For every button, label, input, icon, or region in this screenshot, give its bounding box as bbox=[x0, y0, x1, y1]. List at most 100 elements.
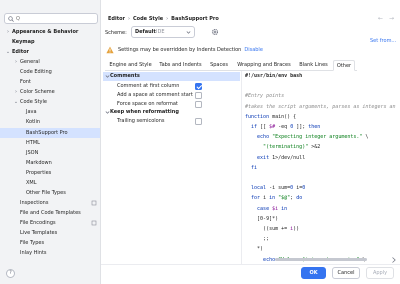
breadcrumb: Editor › Code Style › BashSupport Pro bbox=[108, 14, 219, 24]
sidebar-item[interactable]: › Color Scheme bbox=[0, 87, 100, 97]
option-checkbox[interactable] bbox=[195, 117, 202, 125]
search-icon bbox=[8, 16, 14, 22]
sidebar-item-label: Appearance & Behavior bbox=[12, 29, 79, 35]
sidebar-item[interactable]: ⌄ Code Style bbox=[0, 97, 100, 107]
sidebar-item[interactable]: › Appearance & Behavior bbox=[0, 27, 100, 37]
tab-wrapping-and-braces[interactable]: Wrapping and Braces bbox=[234, 60, 294, 70]
option-row[interactable]: Comment at first column bbox=[103, 82, 240, 91]
settings-window: ›Appearance & BehaviorKeymap⌄Editor›Gene… bbox=[0, 0, 400, 284]
expanded-arrow-icon[interactable]: ⌄ bbox=[13, 97, 19, 107]
sidebar-item[interactable]: Other File Types bbox=[0, 188, 100, 198]
sidebar-item[interactable]: › General bbox=[0, 57, 100, 67]
code-line: ;; bbox=[245, 235, 269, 244]
option-checkbox[interactable] bbox=[195, 82, 202, 90]
ok-button[interactable]: OK bbox=[301, 267, 326, 279]
option-label: Add a space at comment start bbox=[117, 91, 193, 98]
settings-sidebar: ›Appearance & BehaviorKeymap⌄Editor›Gene… bbox=[0, 0, 101, 284]
option-group-header[interactable]: Comments bbox=[103, 72, 240, 81]
sidebar-item-label: Font bbox=[20, 79, 31, 86]
code-line: echo "Expecting integer arguments." \ bbox=[245, 133, 368, 142]
collapsed-arrow-icon[interactable]: › bbox=[5, 27, 11, 37]
cancel-button[interactable]: Cancel bbox=[332, 267, 360, 279]
sidebar-item[interactable]: Keymap bbox=[0, 37, 100, 47]
sidebar-item-label: File Encodings bbox=[20, 219, 56, 226]
sidebar-item[interactable]: HTML bbox=[0, 138, 100, 148]
sidebar-item-label: File Types bbox=[20, 240, 45, 247]
tab-engine-and-style[interactable]: Engine and Style bbox=[106, 60, 155, 70]
settings-search-field[interactable] bbox=[4, 13, 98, 24]
forward-arrow-icon[interactable]: → bbox=[389, 14, 396, 24]
search-input[interactable] bbox=[16, 14, 96, 23]
option-label: Trailing semicolons bbox=[117, 117, 165, 124]
sidebar-item[interactable]: File Encodings bbox=[0, 218, 100, 228]
breadcrumb-item: Editor bbox=[108, 16, 125, 22]
tab-blank-lines[interactable]: Blank Lines bbox=[295, 60, 332, 70]
code-token: #!/usr/bin/env bash bbox=[245, 73, 303, 79]
preview-horizontal-scrollbar[interactable] bbox=[275, 258, 367, 261]
sidebar-item[interactable]: BashSupport Pro bbox=[0, 127, 100, 138]
code-token: function bbox=[245, 113, 273, 120]
set-from-link[interactable]: Set from... bbox=[370, 37, 396, 45]
sidebar-item[interactable]: Java bbox=[0, 107, 100, 117]
sidebar-item-label: Color Scheme bbox=[20, 89, 55, 96]
sidebar-item[interactable]: Inlay Hints bbox=[0, 248, 100, 258]
sidebar-item[interactable]: XML bbox=[0, 178, 100, 188]
code-token: () { bbox=[284, 113, 297, 120]
option-label: Comment at first column bbox=[117, 82, 180, 89]
sidebar-item[interactable]: File Types bbox=[0, 238, 100, 248]
sidebar-item[interactable]: JSON bbox=[0, 148, 100, 158]
code-preview[interactable]: #!/usr/bin/env bash #Entry points #takes t… bbox=[241, 71, 399, 264]
help-button[interactable]: ? bbox=[6, 269, 15, 278]
sidebar-item-label: General bbox=[20, 59, 40, 66]
code-line: case $i in bbox=[245, 205, 287, 214]
code-token: 1>/dev/null bbox=[272, 154, 306, 161]
code-token: \ bbox=[362, 134, 369, 141]
sidebar-item[interactable]: Code Editing bbox=[0, 67, 100, 77]
scheme-suffix: IDE bbox=[156, 29, 165, 35]
collapsed-arrow-icon[interactable]: › bbox=[13, 57, 19, 67]
warning-icon bbox=[106, 46, 114, 54]
tab-other[interactable]: Other bbox=[333, 60, 355, 71]
code-token: $i bbox=[272, 205, 282, 212]
sidebar-item[interactable]: File and Code Templates bbox=[0, 208, 100, 218]
chevron-down-icon bbox=[186, 31, 191, 34]
sidebar-item-label: Code Style bbox=[20, 99, 47, 106]
code-line: [0-9]*) bbox=[245, 215, 278, 224]
sidebar-item-label: Other File Types bbox=[26, 189, 66, 196]
code-token: "(terminating)" bbox=[245, 144, 309, 151]
code-token: main bbox=[272, 113, 285, 120]
code-token: in bbox=[269, 195, 279, 202]
back-arrow-icon[interactable]: ← bbox=[378, 14, 385, 24]
gear-icon[interactable] bbox=[211, 28, 219, 36]
code-line: *) bbox=[245, 245, 263, 254]
sidebar-item[interactable]: Live Templates bbox=[0, 228, 100, 238]
apply-button[interactable]: Apply bbox=[366, 267, 394, 279]
code-token: for bbox=[245, 195, 264, 202]
option-checkbox[interactable] bbox=[195, 100, 202, 108]
sidebar-item[interactable]: Kotlin bbox=[0, 117, 100, 127]
tab-spaces[interactable]: Spaces bbox=[205, 60, 233, 70]
code-token: #takes the script arguments, parses as i… bbox=[245, 103, 396, 110]
option-row[interactable]: Add a space at comment start bbox=[103, 91, 240, 100]
sidebar-item-label: Kotlin bbox=[26, 119, 40, 126]
scroll-right-icon[interactable] bbox=[391, 256, 397, 264]
sidebar-item[interactable]: Inspections bbox=[0, 198, 100, 208]
expanded-arrow-icon[interactable]: ⌄ bbox=[5, 47, 11, 57]
collapsed-arrow-icon[interactable]: › bbox=[13, 87, 19, 97]
sidebar-item-label: JSON bbox=[26, 149, 39, 156]
breadcrumb-item: Code Style bbox=[133, 16, 164, 22]
scheme-dropdown[interactable]: Default IDE bbox=[131, 26, 195, 38]
tab-tabs-and-indents[interactable]: Tabs and Indents bbox=[156, 60, 205, 70]
sidebar-item-label: Markdown bbox=[26, 159, 52, 166]
disable-link[interactable]: Disable bbox=[244, 47, 263, 53]
code-token: *) bbox=[245, 246, 264, 253]
code-token: if bbox=[245, 124, 261, 130]
sidebar-item[interactable]: ⌄ Editor bbox=[0, 47, 100, 57]
sidebar-item[interactable]: Properties bbox=[0, 168, 100, 178]
code-token: case bbox=[245, 205, 273, 212]
option-row[interactable]: Trailing semicolons bbox=[103, 117, 240, 126]
code-token: >&2 bbox=[308, 144, 321, 151]
option-checkbox[interactable] bbox=[195, 91, 202, 99]
sidebar-item[interactable]: Font bbox=[0, 77, 100, 87]
sidebar-item[interactable]: Markdown bbox=[0, 158, 100, 168]
